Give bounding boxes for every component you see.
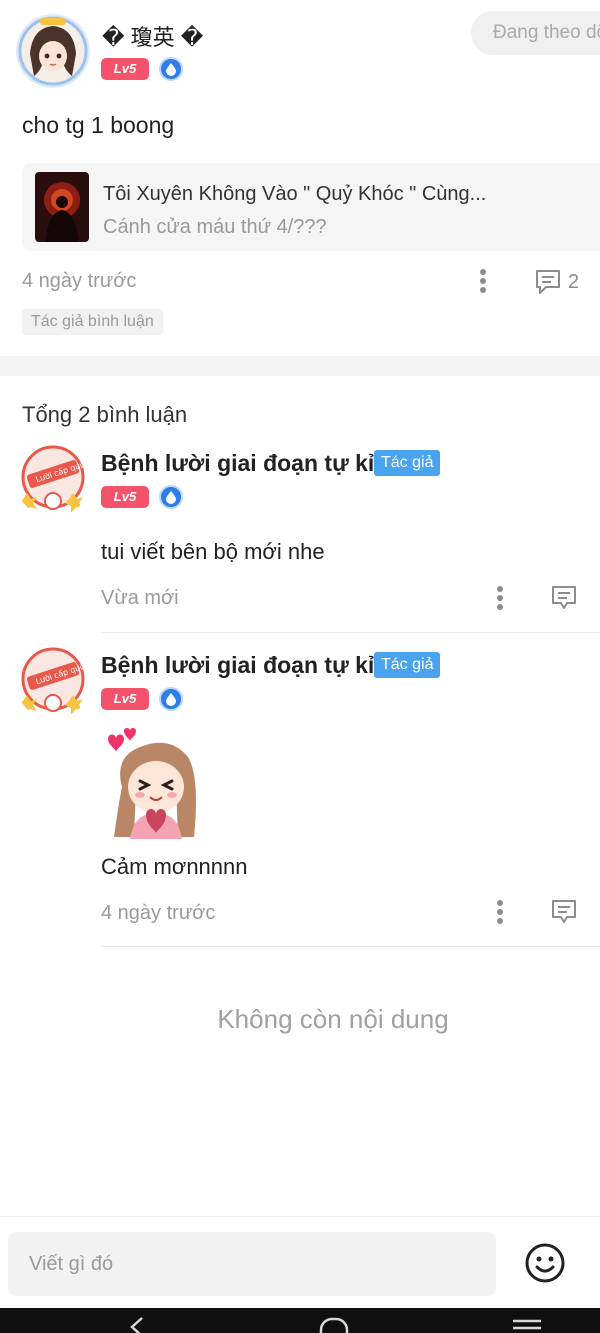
- commenter-name[interactable]: Bệnh lười giai đoạn tự kỉ: [101, 652, 374, 679]
- comment-text: Cảm mơnnnnn: [101, 854, 248, 879]
- comment-timestamp: Vừa mới: [101, 587, 179, 609]
- comment-timestamp: 4 ngày trước: [101, 902, 216, 924]
- post-timestamp: 4 ngày trước: [22, 270, 137, 292]
- level-badge: Lv5: [101, 486, 149, 508]
- reply-icon[interactable]: [550, 898, 578, 926]
- comment-divider: [101, 946, 600, 947]
- section-divider: [0, 356, 600, 376]
- water-drop-icon: [159, 687, 183, 711]
- post-author-name[interactable]: � 瓊英 �: [102, 20, 203, 52]
- more-vertical-icon[interactable]: [496, 899, 504, 925]
- water-drop-icon: [159, 485, 183, 509]
- book-card[interactable]: Tôi Xuyên Không Vào " Quỷ Khóc " Cùng...…: [22, 163, 600, 251]
- commenter-avatar[interactable]: Lười cấp quốc gia: [15, 643, 91, 719]
- home-icon[interactable]: [318, 1316, 350, 1333]
- comments-header: Tổng 2 bình luận: [22, 402, 188, 427]
- comment-count: 2: [568, 271, 580, 293]
- system-navigation-bar: [0, 1308, 600, 1333]
- author-badge: Tác giả: [374, 652, 441, 678]
- comment-input[interactable]: Viết gì đó: [8, 1232, 496, 1296]
- book-chapter: Cánh cửa máu thứ 4/???: [103, 216, 327, 238]
- emoji-icon[interactable]: [524, 1242, 566, 1284]
- author-comment-tag: Tác giả bình luận: [22, 309, 163, 335]
- commenter-avatar[interactable]: Lười cấp quốc gia: [15, 441, 91, 517]
- comment-text: tui viết bên bộ mới nhe: [101, 539, 325, 564]
- commenter-name[interactable]: Bệnh lười giai đoạn tự kỉ: [101, 450, 374, 477]
- level-badge: Lv5: [101, 58, 149, 80]
- end-of-content-label: Không còn nội dung: [217, 1004, 449, 1034]
- post-card: � 瓊英 � Lv5 Đang theo dõi cho tg 1 boong …: [0, 0, 600, 356]
- back-icon[interactable]: [126, 1316, 148, 1333]
- sticker-image: [100, 727, 212, 839]
- level-badge: Lv5: [101, 688, 149, 710]
- comment-icon[interactable]: [534, 268, 562, 296]
- post-text: cho tg 1 boong: [22, 112, 175, 138]
- reply-icon[interactable]: [550, 584, 578, 612]
- post-author-avatar[interactable]: [16, 14, 90, 88]
- author-badge: Tác giả: [374, 450, 441, 476]
- comment-divider: [101, 632, 600, 633]
- comment-input-bar: Viết gì đó: [0, 1216, 600, 1308]
- following-button[interactable]: Đang theo dõi: [471, 11, 600, 55]
- book-cover-image: [35, 172, 89, 242]
- water-drop-icon: [159, 57, 183, 81]
- more-vertical-icon[interactable]: [479, 268, 487, 294]
- more-vertical-icon[interactable]: [496, 585, 504, 611]
- book-title: Tôi Xuyên Không Vào " Quỷ Khóc " Cùng...: [103, 183, 487, 205]
- recent-apps-icon[interactable]: [512, 1318, 542, 1333]
